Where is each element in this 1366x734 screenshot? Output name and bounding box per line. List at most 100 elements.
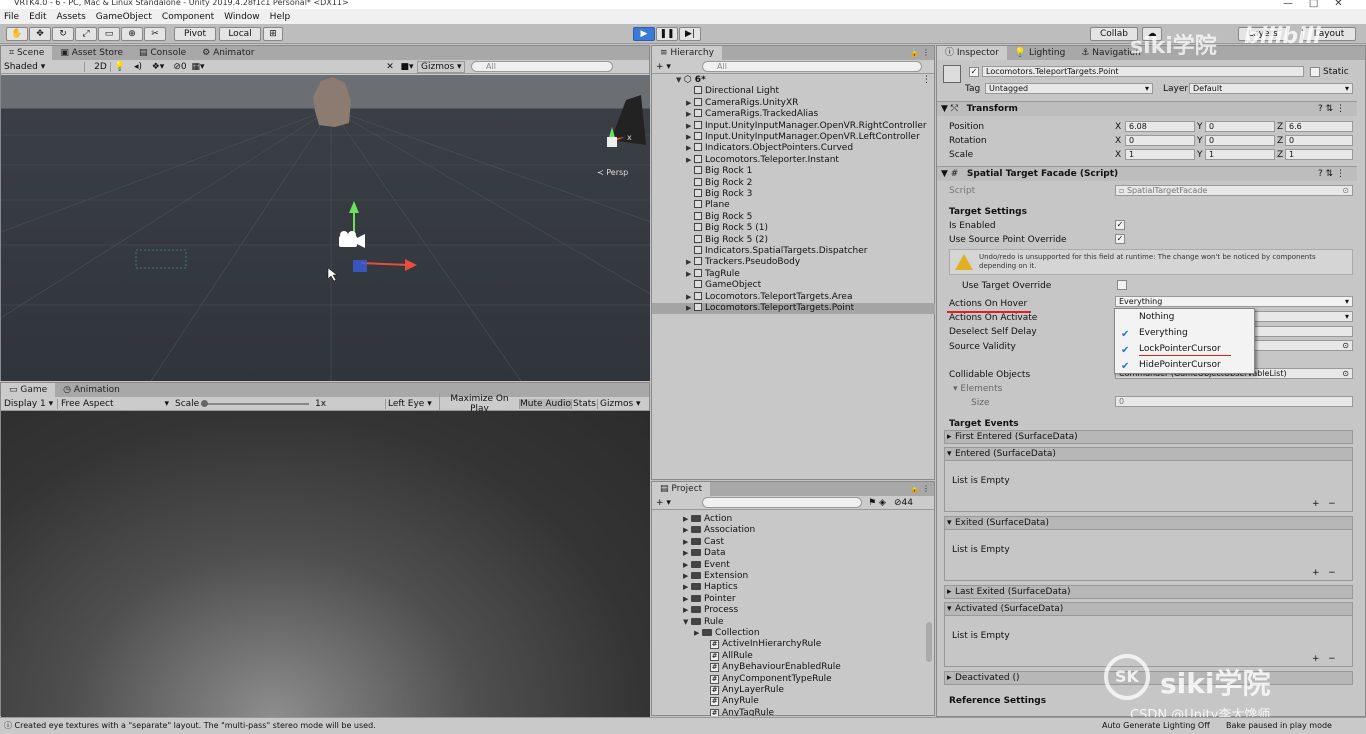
hierarchy-item[interactable]: Plane — [652, 200, 935, 211]
expand-arrow-icon[interactable]: ▶ — [686, 292, 694, 303]
hierarchy-item[interactable]: ▶ CameraRigs.TrackedAlias — [652, 109, 935, 120]
camera-icon[interactable]: ■▾ — [397, 62, 417, 72]
expand-arrow-icon[interactable]: ▶ — [683, 548, 691, 559]
use-source-point-override-checkbox[interactable]: ✓ — [1115, 234, 1125, 244]
hierarchy-item[interactable]: ▶ Input.UnityInputManager.OpenVR.LeftCont… — [652, 132, 935, 143]
window-controls[interactable]: — □ ✕ — [1283, 0, 1363, 9]
project-folder[interactable]: ▶ Data — [683, 548, 726, 559]
display-dropdown[interactable]: Display 1 ▾ — [1, 399, 57, 409]
hierarchy-search-input[interactable]: All — [702, 61, 922, 72]
expand-arrow-icon[interactable]: ▶ — [686, 132, 694, 143]
tab-console[interactable]: ▤ Console — [131, 46, 194, 60]
project-script[interactable]: # ActiveInHierarchyRule — [702, 639, 821, 650]
scale-tool-icon[interactable]: ⤢ — [75, 27, 97, 41]
activated-add-remove[interactable]: + − — [1312, 654, 1336, 664]
tab-game[interactable]: ▭ Game — [1, 383, 56, 397]
project-folder[interactable]: ▶ Cast — [683, 537, 724, 548]
event-entered[interactable]: ▾ Entered (SurfaceData) — [944, 447, 1353, 461]
project-folder[interactable]: ▶ Extension — [683, 571, 748, 582]
project-script[interactable]: # AnyBehaviourEnabledRule — [702, 662, 841, 673]
scale-slider[interactable] — [201, 399, 309, 407]
expand-arrow-icon[interactable]: ▶ — [686, 109, 694, 120]
tools-icon[interactable]: ✕ — [383, 62, 397, 72]
project-folder[interactable]: ▶ Pointer — [683, 594, 736, 605]
hierarchy-item[interactable]: Big Rock 5 — [652, 211, 935, 223]
menu-component[interactable]: Component — [162, 12, 214, 22]
hierarchy-item[interactable]: Directional Light — [652, 86, 935, 97]
use-target-override-checkbox[interactable] — [1117, 280, 1127, 290]
create-dropdown[interactable]: + ▾ — [652, 498, 702, 508]
expand-arrow-icon[interactable]: ▶ — [683, 571, 691, 582]
panel-menu-icon[interactable]: 🔒 ⋮ — [909, 482, 934, 496]
tab-project[interactable]: ▤ Project — [652, 482, 711, 496]
move-tool-icon[interactable]: ✥ — [29, 27, 51, 41]
tab-animation[interactable]: ◷ Animation — [55, 383, 128, 397]
hierarchy-item[interactable]: GameObject — [652, 280, 935, 291]
menu-gameobject[interactable]: GameObject — [96, 12, 152, 22]
expand-arrow-icon[interactable]: ▶ — [683, 525, 691, 536]
expand-arrow-icon[interactable]: ▶ — [686, 121, 694, 132]
local-button[interactable]: Local — [219, 27, 261, 41]
step-button[interactable]: ▶| — [679, 27, 701, 41]
transform-tool-icon[interactable]: ⊕ — [121, 27, 143, 41]
expand-arrow-icon[interactable]: ▶ — [686, 143, 694, 154]
position-x-field[interactable]: 6.08 — [1125, 121, 1195, 132]
audio-icon[interactable]: ◂) — [129, 62, 147, 72]
hierarchy-item[interactable]: ▶ Locomotors.Teleporter.Instant — [652, 154, 935, 166]
create-dropdown[interactable]: + ▾ — [652, 62, 702, 72]
event-exited[interactable]: ▾ Exited (SurfaceData) — [944, 516, 1353, 530]
expand-arrow-icon[interactable]: ▶ — [686, 98, 694, 109]
menu-window[interactable]: Window — [224, 12, 260, 22]
custom-tool-icon[interactable]: ✂ — [144, 27, 166, 41]
rotate-tool-icon[interactable]: ↻ — [52, 27, 74, 41]
rect-tool-icon[interactable]: ▭ — [98, 27, 120, 41]
event-last-exited[interactable]: ▸ Last Exited (SurfaceData) — [944, 585, 1353, 599]
scene-viewport[interactable]: x ≺ Persp — [1, 75, 650, 381]
actions-on-hover-dropdown[interactable]: Everything ▾ — [1115, 296, 1353, 307]
exited-add-remove[interactable]: + − — [1312, 568, 1336, 578]
hierarchy-item[interactable]: Big Rock 1 — [652, 166, 935, 177]
event-activated[interactable]: ▾ Activated (SurfaceData) — [944, 602, 1353, 616]
filter-icon[interactable]: ⚑ ◈ — [862, 498, 892, 508]
expand-arrow-icon[interactable]: ▶ — [683, 605, 691, 616]
dropdown-option-nothing[interactable]: Nothing — [1115, 310, 1254, 325]
position-z-field[interactable]: 6.6 — [1285, 121, 1353, 132]
light-icon[interactable]: 💡 — [111, 62, 129, 72]
project-folder[interactable]: ▶ Haptics — [683, 582, 738, 593]
tab-hierarchy[interactable]: ≡ Hierarchy — [652, 46, 722, 60]
game-viewport[interactable] — [1, 411, 650, 717]
menu-assets[interactable]: Assets — [57, 12, 86, 22]
expand-arrow-icon[interactable]: ▶ — [683, 537, 691, 548]
rotation-z-field[interactable]: 0 — [1285, 135, 1353, 146]
project-folder[interactable]: ▶ Collection — [694, 628, 760, 639]
layer-dropdown[interactable]: Default ▾ — [1189, 83, 1353, 94]
active-checkbox[interactable]: ✓ — [969, 67, 979, 77]
toggle-2d-button[interactable]: 2D — [91, 61, 111, 72]
panel-menu-icon[interactable]: 🔒 ⋮ — [909, 46, 934, 60]
shading-dropdown[interactable]: Shaded ▾ — [1, 61, 85, 72]
project-script[interactable]: # AnyRule — [702, 696, 759, 707]
project-script[interactable]: # AnyLayerRule — [702, 685, 784, 696]
menu-help[interactable]: Help — [270, 12, 291, 22]
project-folder[interactable]: ▶ Association — [683, 525, 755, 536]
eye-dropdown[interactable]: Left Eye ▾ — [385, 398, 439, 409]
hierarchy-item[interactable]: Big Rock 5 (1) — [652, 223, 935, 234]
expand-arrow-icon[interactable]: ▶ — [686, 303, 694, 314]
scene-search-input[interactable]: All — [471, 61, 613, 72]
visibility-icon[interactable]: ⊘0 — [169, 62, 191, 72]
object-name-field[interactable]: Locomotors.TeleportTargets.Point — [982, 66, 1304, 77]
position-y-field[interactable]: 0 — [1205, 121, 1275, 132]
entered-add-remove[interactable]: + − — [1312, 499, 1336, 509]
expand-arrow-icon[interactable]: ▶ — [686, 257, 694, 268]
gizmos-dropdown[interactable]: Gizmos ▾ — [417, 60, 465, 73]
scale-x-field[interactable]: 1 — [1125, 149, 1195, 160]
expand-arrow-icon[interactable]: ▶ — [683, 582, 691, 593]
scale-z-field[interactable]: 1 — [1285, 149, 1353, 160]
hierarchy-item[interactable]: ▶ Locomotors.TeleportTargets.Point — [652, 303, 935, 315]
hierarchy-item[interactable]: ▶ Indicators.ObjectPointers.Curved — [652, 143, 935, 154]
project-folder[interactable]: ▶ Process — [683, 605, 738, 616]
expand-arrow-icon[interactable]: ▶ — [686, 269, 694, 280]
hierarchy-item[interactable]: Big Rock 5 (2) — [652, 234, 935, 246]
tab-animator[interactable]: ⚙ Animator — [194, 46, 262, 60]
hierarchy-item[interactable]: ▶ Locomotors.TeleportTargets.Area — [652, 291, 935, 303]
